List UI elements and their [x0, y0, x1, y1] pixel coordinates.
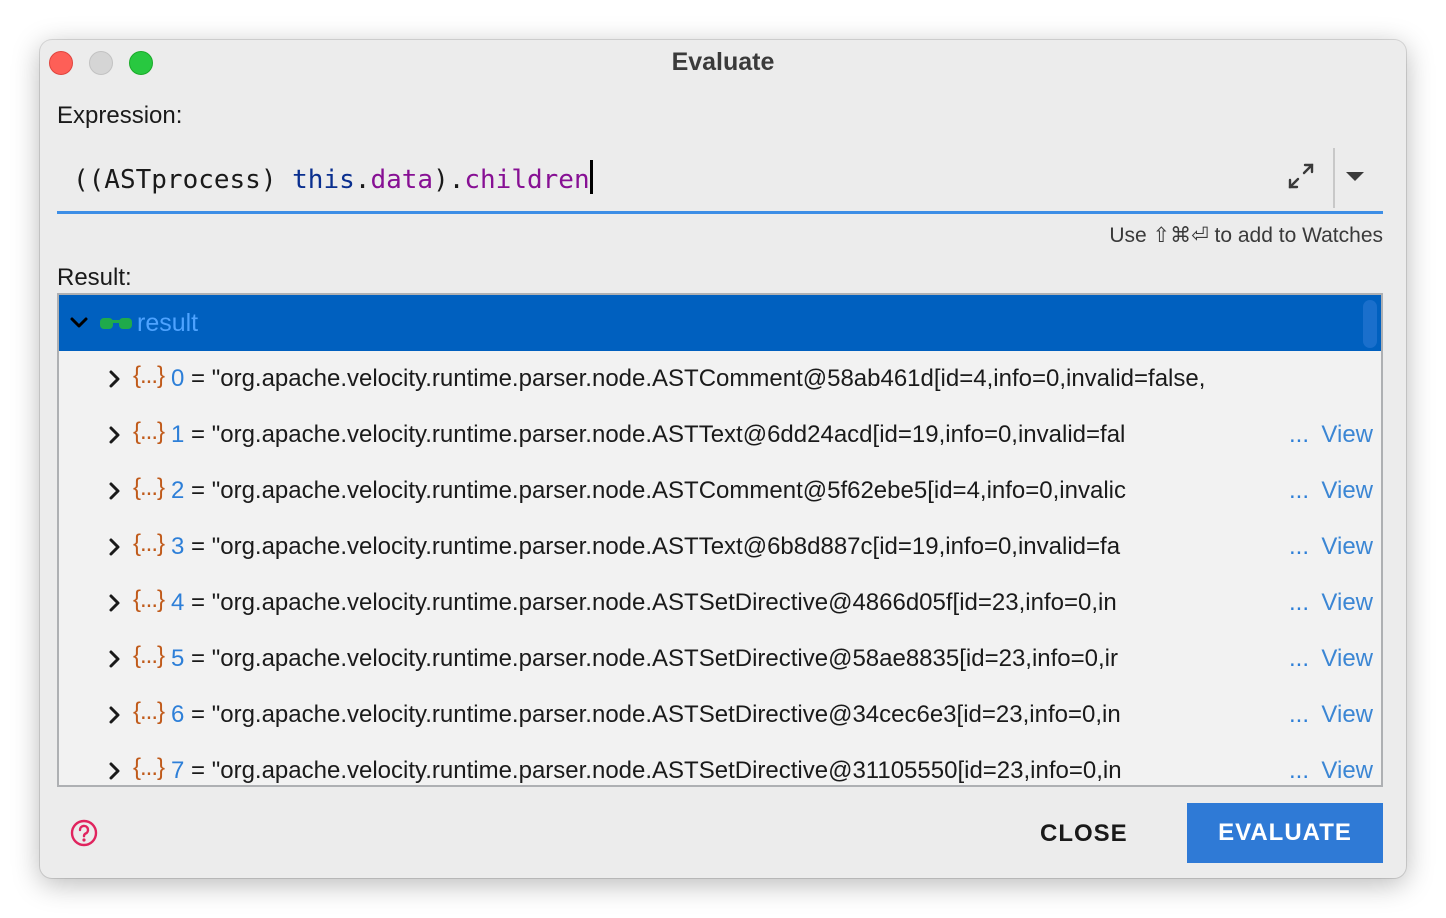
list-item[interactable]: {...} 6 = "org.apache.velocity.runtime.p… — [59, 687, 1381, 743]
view-link[interactable]: View — [1321, 589, 1373, 617]
view-link[interactable]: View — [1321, 477, 1373, 505]
item-index: 5 — [171, 645, 185, 672]
view-link[interactable]: View — [1321, 645, 1373, 673]
item-value: 5 = "org.apache.velocity.runtime.parser.… — [171, 645, 1285, 673]
glasses-icon — [100, 318, 132, 329]
item-value: 0 = "org.apache.velocity.runtime.parser.… — [171, 365, 1381, 393]
expression-label: Expression: — [57, 102, 183, 129]
item-index: 6 — [171, 701, 185, 728]
item-value: 6 = "org.apache.velocity.runtime.parser.… — [171, 701, 1285, 729]
view-link[interactable]: View — [1321, 757, 1373, 785]
list-item[interactable]: {...} 0 = "org.apache.velocity.runtime.p… — [59, 351, 1381, 407]
item-value: 2 = "org.apache.velocity.runtime.parser.… — [171, 477, 1285, 505]
item-value: 3 = "org.apache.velocity.runtime.parser.… — [171, 533, 1285, 561]
list-item[interactable]: {...} 1 = "org.apache.velocity.runtime.p… — [59, 407, 1381, 463]
item-value: 1 = "org.apache.velocity.runtime.parser.… — [171, 421, 1285, 449]
item-text: = "org.apache.velocity.runtime.parser.no… — [184, 365, 1206, 392]
chevron-right-icon[interactable] — [105, 537, 125, 557]
ellipsis: ... — [1286, 757, 1309, 785]
object-icon: {...} — [133, 586, 165, 613]
expr-this-keyword: this — [292, 165, 355, 195]
tree-root-label: result — [137, 309, 199, 337]
chevron-right-icon[interactable] — [105, 369, 125, 389]
item-text: = "org.apache.velocity.runtime.parser.no… — [184, 533, 1121, 560]
item-text: = "org.apache.velocity.runtime.parser.no… — [184, 421, 1126, 448]
item-index: 7 — [171, 757, 185, 784]
evaluate-button[interactable]: EVALUATE — [1187, 803, 1383, 863]
chevron-right-icon[interactable] — [105, 481, 125, 501]
item-text: = "org.apache.velocity.runtime.parser.no… — [184, 477, 1126, 504]
list-item[interactable]: {...} 7 = "org.apache.velocity.runtime.p… — [59, 743, 1381, 785]
item-index: 3 — [171, 533, 185, 560]
chevron-right-icon[interactable] — [105, 705, 125, 725]
view-link[interactable]: View — [1321, 701, 1373, 729]
list-item[interactable]: {...} 4 = "org.apache.velocity.runtime.p… — [59, 575, 1381, 631]
text-caret — [589, 160, 593, 194]
object-icon: {...} — [133, 418, 165, 445]
ellipsis: ... — [1286, 477, 1309, 505]
ellipsis: ... — [1286, 701, 1309, 729]
item-value: 4 = "org.apache.velocity.runtime.parser.… — [171, 589, 1285, 617]
close-button[interactable]: CLOSE — [1040, 820, 1128, 848]
chevron-right-icon[interactable] — [105, 425, 125, 445]
scrollbar-thumb[interactable] — [1363, 300, 1377, 348]
item-text: = "org.apache.velocity.runtime.parser.no… — [184, 645, 1119, 672]
expression-text[interactable]: ((ASTprocess) this.data).children — [73, 160, 593, 195]
ellipsis: ... — [1286, 645, 1309, 673]
view-link[interactable]: View — [1321, 421, 1373, 449]
item-index: 4 — [171, 589, 185, 616]
expression-input[interactable]: ((ASTprocess) this.data).children — [57, 146, 1383, 214]
item-text: = "org.apache.velocity.runtime.parser.no… — [184, 589, 1117, 616]
object-icon: {...} — [133, 530, 165, 557]
object-icon: {...} — [133, 642, 165, 669]
dropdown-icon[interactable] — [1343, 168, 1367, 184]
expr-dot: . — [354, 165, 371, 195]
result-tree[interactable]: result {...} 0 = "org.apache.velocity.ru… — [57, 293, 1383, 787]
chevron-down-icon[interactable] — [69, 313, 89, 333]
list-item[interactable]: {...} 2 = "org.apache.velocity.runtime.p… — [59, 463, 1381, 519]
watches-hint: Use ⇧⌘⏎ to add to Watches — [1109, 224, 1383, 247]
dialog-title: Evaluate — [671, 48, 775, 76]
item-index: 0 — [171, 365, 185, 392]
list-item[interactable]: {...} 3 = "org.apache.velocity.runtime.p… — [59, 519, 1381, 575]
title-bar[interactable]: Evaluate — [40, 40, 1406, 86]
object-icon: {...} — [133, 754, 165, 781]
expand-icon[interactable] — [1285, 160, 1317, 192]
tree-root-row[interactable]: result — [59, 295, 1381, 351]
expression-divider — [1333, 148, 1335, 208]
item-index: 1 — [171, 421, 185, 448]
object-icon: {...} — [133, 698, 165, 725]
item-index: 2 — [171, 477, 185, 504]
chevron-right-icon[interactable] — [105, 761, 125, 781]
list-item[interactable]: {...} 5 = "org.apache.velocity.runtime.p… — [59, 631, 1381, 687]
item-value: 7 = "org.apache.velocity.runtime.parser.… — [171, 757, 1285, 785]
ellipsis: ... — [1286, 421, 1309, 449]
help-icon[interactable] — [70, 819, 98, 847]
ellipsis: ... — [1286, 533, 1309, 561]
object-icon: {...} — [133, 362, 165, 389]
result-label: Result: — [57, 264, 132, 291]
view-link[interactable]: View — [1321, 533, 1373, 561]
expr-data-field: data — [370, 165, 434, 195]
chevron-right-icon[interactable] — [105, 649, 125, 669]
item-text: = "org.apache.velocity.runtime.parser.no… — [184, 757, 1122, 784]
object-icon: {...} — [133, 474, 165, 501]
expr-cast: ((ASTprocess) — [73, 165, 293, 195]
expr-children-field: children — [464, 165, 590, 195]
expr-close-paren: ). — [433, 165, 465, 195]
ellipsis: ... — [1286, 589, 1309, 617]
evaluate-dialog: Evaluate Expression: ((ASTprocess) this.… — [40, 40, 1406, 878]
item-text: = "org.apache.velocity.runtime.parser.no… — [184, 701, 1121, 728]
chevron-right-icon[interactable] — [105, 593, 125, 613]
